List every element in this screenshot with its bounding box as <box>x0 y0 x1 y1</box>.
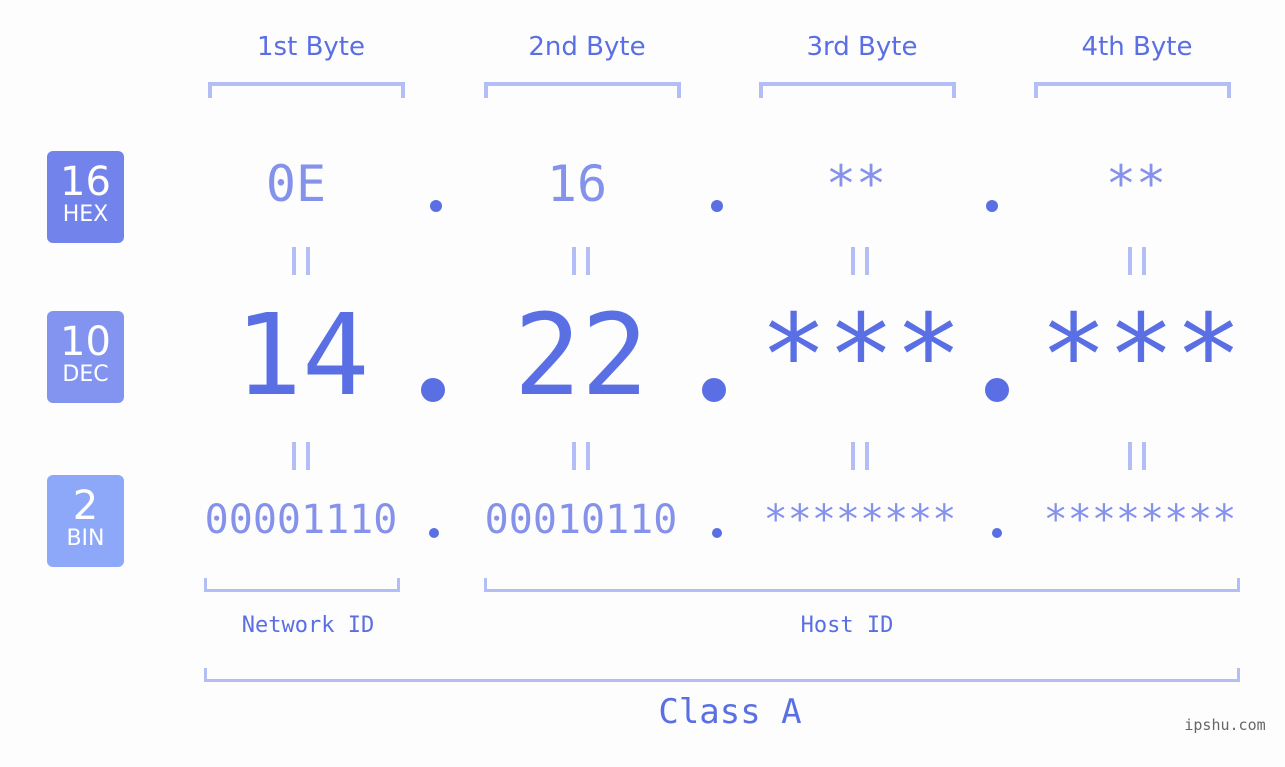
bin-dot-3 <box>992 528 1002 538</box>
hex-byte-1: 0E <box>265 155 327 213</box>
watermark: ipshu.com <box>1184 716 1266 734</box>
equals-separator <box>1128 247 1146 275</box>
byte-bracket-4 <box>1034 82 1231 98</box>
bin-badge-number: 2 <box>72 483 99 529</box>
byte-bracket-3 <box>759 82 956 98</box>
hex-byte-3: ** <box>825 155 887 213</box>
bin-byte-1: 00001110 <box>204 497 398 543</box>
equals-separator <box>292 442 310 470</box>
byte-header-2: 2nd Byte <box>528 32 646 62</box>
class-bracket <box>204 668 1240 682</box>
bin-dot-1 <box>429 528 439 538</box>
byte-header-1: 1st Byte <box>257 32 365 62</box>
hex-dot-1 <box>430 200 442 212</box>
dec-byte-1: 14 <box>234 291 370 421</box>
byte-header-4: 4th Byte <box>1081 32 1193 62</box>
network-id-bracket <box>204 578 400 592</box>
equals-separator <box>292 247 310 275</box>
byte-header-3: 3rd Byte <box>806 32 918 62</box>
dec-byte-2: 22 <box>513 291 649 421</box>
dec-badge: 10 DEC <box>47 311 124 403</box>
class-label: Class A <box>658 692 802 732</box>
dec-badge-number: 10 <box>60 319 111 365</box>
equals-separator <box>572 247 590 275</box>
bin-byte-4: ******** <box>1043 497 1237 543</box>
bin-byte-2: 00010110 <box>484 497 678 543</box>
bin-byte-3: ******** <box>763 497 957 543</box>
hex-badge-number: 16 <box>60 159 111 205</box>
hex-byte-4: ** <box>1105 155 1167 213</box>
host-id-label: Host ID <box>800 613 894 638</box>
dec-byte-4: *** <box>1039 291 1243 421</box>
byte-bracket-2 <box>484 82 681 98</box>
hex-dot-3 <box>986 200 998 212</box>
equals-separator <box>572 442 590 470</box>
bin-dot-2 <box>712 528 722 538</box>
dec-badge-label: DEC <box>62 362 109 387</box>
equals-separator <box>1128 442 1146 470</box>
hex-badge: 16 HEX <box>47 151 124 243</box>
equals-separator <box>851 247 869 275</box>
dec-byte-3: *** <box>759 291 963 421</box>
hex-badge-label: HEX <box>62 202 109 227</box>
host-id-bracket <box>484 578 1240 592</box>
byte-bracket-1 <box>208 82 405 98</box>
bin-badge-label: BIN <box>66 526 105 551</box>
hex-byte-2: 16 <box>546 155 608 213</box>
bin-badge: 2 BIN <box>47 475 124 567</box>
hex-dot-2 <box>711 200 723 212</box>
network-id-label: Network ID <box>241 613 375 638</box>
equals-separator <box>851 442 869 470</box>
